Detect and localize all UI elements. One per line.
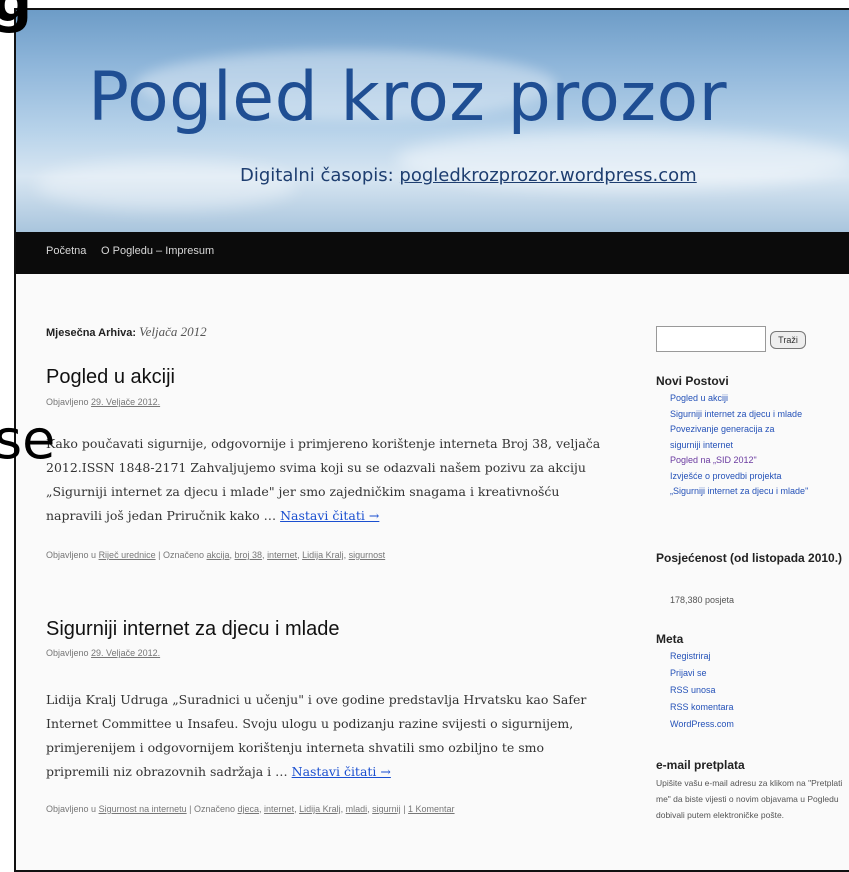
search-button[interactable]: Traži <box>770 331 806 349</box>
visits-title: Posjećenost (od listopada 2010.) <box>656 551 843 565</box>
browser-frame: Pogled kroz prozor Digitalni časopis: po… <box>14 8 849 872</box>
recent-post-link[interactable]: Povezivanje generacija za <box>670 422 808 438</box>
nav-item-about[interactable]: O Pogledu – Impresum <box>101 245 214 257</box>
archive-label: Mjesečna Arhiva: <box>46 327 137 339</box>
post-date[interactable]: 29. Veljače 2012. <box>91 397 160 407</box>
tagline-prefix: Digitalni časopis: <box>240 165 400 186</box>
meta-title: Meta <box>656 632 684 646</box>
post-footer: Objavljeno u Riječ urednice | Označeno a… <box>46 550 386 560</box>
post-meta-prefix: Objavljeno <box>46 648 89 658</box>
post-excerpt: Lidija Kralj Udruga „Suradnici u učenju"… <box>46 688 601 784</box>
recent-post-link[interactable]: „Sigurniji internet za djecu i mlade" <box>670 484 808 500</box>
post-meta: Objavljeno 29. Veljače 2012. <box>46 648 160 658</box>
email-subscription-text: Upišite vašu e-mail adresu za klikom na … <box>656 778 843 820</box>
tag-link[interactable]: djeca <box>238 804 260 814</box>
archive-heading: Mjesečna Arhiva: Veljača 2012 <box>46 324 207 340</box>
recent-post-link[interactable]: Izvješće o provedbi projekta <box>670 469 808 485</box>
main-navigation: Početna O Pogledu – Impresum <box>16 232 849 274</box>
overlay-text-left: se <box>0 408 56 471</box>
recent-post-link[interactable]: Sigurniji internet za djecu i mlade <box>670 407 808 423</box>
rss-comments-link[interactable]: RSS komentara <box>670 699 734 716</box>
tag-link[interactable]: sigurnost <box>349 550 386 560</box>
overlay-text-top: g <box>0 0 33 35</box>
tag-link[interactable]: broj 38 <box>235 550 263 560</box>
post-title[interactable]: Pogled u akciji <box>46 366 175 389</box>
tagline-url[interactable]: pogledkrozprozor.wordpress.com <box>399 165 696 186</box>
post-tags-label: Označeno <box>162 550 204 560</box>
archive-value: Veljača 2012 <box>139 324 207 339</box>
rss-entries-link[interactable]: RSS unosa <box>670 682 734 699</box>
post-footer: Objavljeno u Sigurnost na internetu | Oz… <box>46 804 455 814</box>
tag-link[interactable]: mladi <box>346 804 368 814</box>
site-title[interactable]: Pogled kroz prozor <box>88 58 727 137</box>
main-content: Mjesečna Arhiva: Veljača 2012 Pogled u a… <box>16 274 849 870</box>
post-category-link[interactable]: Sigurnost na internetu <box>99 804 187 814</box>
post-date[interactable]: 29. Veljače 2012. <box>91 648 160 658</box>
recent-post-link[interactable]: Pogled na „SID 2012" <box>670 453 808 469</box>
recent-posts-title: Novi Postovi <box>656 374 729 388</box>
visits-count: 178,380 posjeta <box>670 595 735 605</box>
post-footer-prefix: Objavljeno u <box>46 804 97 814</box>
post-footer-prefix: Objavljeno u <box>46 550 97 560</box>
read-more-link[interactable]: Nastavi čitati → <box>292 764 391 779</box>
post-title[interactable]: Sigurniji internet za djecu i mlade <box>46 618 340 641</box>
recent-posts-list: Pogled u akciji Sigurniji internet za dj… <box>670 391 808 500</box>
search-input[interactable] <box>656 326 766 352</box>
post-meta: Objavljeno 29. Veljače 2012. <box>46 397 160 407</box>
nav-item-home[interactable]: Početna <box>46 245 86 257</box>
email-subscription-title: e-mail pretplata <box>656 758 745 772</box>
post-category-link[interactable]: Riječ urednice <box>99 550 156 560</box>
recent-post-link[interactable]: Pogled u akciji <box>670 391 808 407</box>
site-header: Pogled kroz prozor Digitalni časopis: po… <box>16 10 849 232</box>
tag-link[interactable]: akcija <box>206 550 229 560</box>
site-tagline: Digitalni časopis: pogledkrozprozor.word… <box>240 165 697 186</box>
post-meta-prefix: Objavljeno <box>46 397 89 407</box>
tag-link[interactable]: Lidija Kralj <box>299 804 341 814</box>
post-excerpt: Kako poučavati sigurnije, odgovornije i … <box>46 432 601 528</box>
recent-post-link[interactable]: sigurniji internet <box>670 438 808 454</box>
tag-link[interactable]: internet <box>267 550 297 560</box>
comments-link[interactable]: 1 Komentar <box>408 804 455 814</box>
register-link[interactable]: Registriraj <box>670 648 734 665</box>
post-tags-label: Označeno <box>193 804 235 814</box>
login-link[interactable]: Prijavi se <box>670 665 734 682</box>
tag-link[interactable]: internet <box>264 804 294 814</box>
read-more-link[interactable]: Nastavi čitati → <box>280 508 379 523</box>
tag-link[interactable]: Lidija Kralj <box>302 550 344 560</box>
tag-link[interactable]: sigurnij <box>372 804 401 814</box>
meta-links: Registriraj Prijavi se RSS unosa RSS kom… <box>670 648 734 733</box>
wordpress-link[interactable]: WordPress.com <box>670 716 734 733</box>
